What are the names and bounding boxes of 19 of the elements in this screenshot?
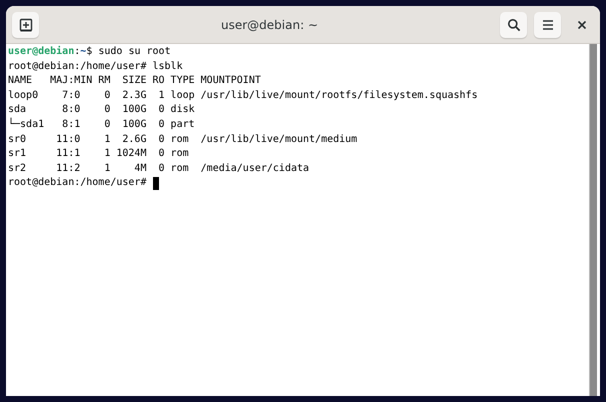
- output-line: root@debian:/home/user#: [8, 176, 148, 190]
- menu-button[interactable]: [534, 12, 561, 38]
- search-icon: [506, 18, 520, 32]
- new-tab-icon: [18, 18, 32, 32]
- output-line: sr0 11:0 1 2.6G 0 rom /usr/lib/live/mount/medium: [8, 132, 358, 147]
- output-line: sr2 11:2 1 4M 0 rom /media/user/cidata: [8, 162, 310, 176]
- output-line: sr1 11:1 1 1024M 0 rom: [8, 147, 189, 162]
- output-line: NAME MAJ:MIN RM SIZE RO TYPE MOUNTPOINT: [8, 74, 261, 88]
- menu-icon: [542, 18, 554, 30]
- prompt-line: user@debian:~$ sudo su root: [8, 45, 171, 59]
- new-tab-button[interactable]: [12, 12, 39, 38]
- output-line: └─sda1 8:1 0 100G 0 part: [8, 118, 195, 132]
- output-line: loop0 7:0 0 2.3G 1 loop /usr/lib/live/mount/rootfs/filesystem.squashfs: [8, 88, 478, 103]
- output-line: root@debian:/home/user# lsblk: [8, 60, 183, 74]
- search-button[interactable]: [500, 12, 527, 38]
- output-line: sda 8:0 0 100G 0 disk: [8, 103, 195, 118]
- window-title: user@debian: ~: [220, 18, 319, 32]
- scrollbar[interactable]: [589, 44, 597, 396]
- close-icon: [577, 20, 587, 30]
